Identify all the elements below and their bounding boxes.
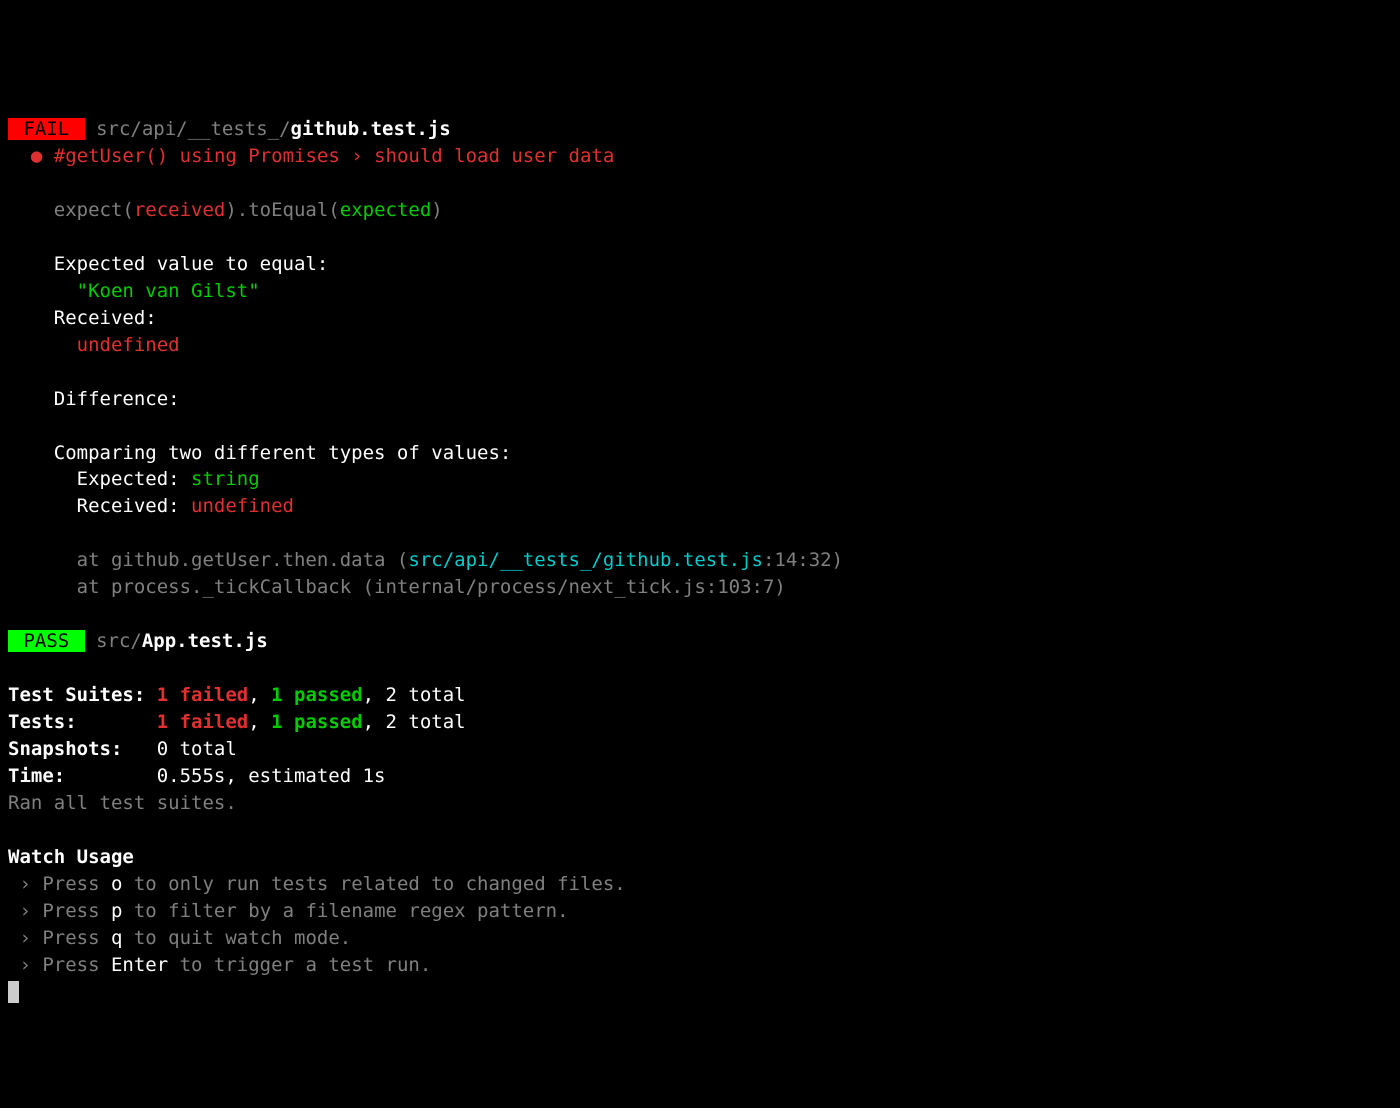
summary-snapshots: Snapshots: 0 total <box>8 738 237 760</box>
summary-ran: Ran all test suites. <box>8 792 237 814</box>
summary-suites: Test Suites: 1 failed, 1 passed, 2 total <box>8 684 466 706</box>
fail-badge: FAIL <box>8 118 85 140</box>
watch-item-q[interactable]: › Press q to quit watch mode. <box>8 927 351 949</box>
expected-type-value: string <box>191 468 260 490</box>
watch-usage-title: Watch Usage <box>8 846 134 868</box>
pass-path-dim: src/ <box>85 630 142 652</box>
received-type-value: undefined <box>191 495 294 517</box>
terminal-cursor[interactable] <box>8 981 19 1003</box>
stack-line-2: at process._tickCallback (internal/proce… <box>77 576 786 598</box>
expected-label: Expected value to equal: <box>54 253 329 275</box>
received-value: undefined <box>77 334 180 356</box>
summary-tests: Tests: 1 failed, 1 passed, 2 total <box>8 711 466 733</box>
watch-item-enter[interactable]: › Press Enter to trigger a test run. <box>8 954 431 976</box>
watch-item-p[interactable]: › Press p to filter by a filename regex … <box>8 900 569 922</box>
fail-path-dim: src/api/__tests_/ <box>85 118 291 140</box>
stack-line-1: at github.getUser.then.data (src/api/__t… <box>77 549 843 571</box>
summary-time: Time: 0.555s, estimated 1s <box>8 765 386 787</box>
bullet-icon: ● <box>31 145 42 167</box>
pass-path-file: App.test.js <box>142 630 268 652</box>
received-type-label: Received: <box>77 495 191 517</box>
failing-test-name: #getUser() using Promises › should load … <box>54 145 615 167</box>
pass-badge: PASS <box>8 630 85 652</box>
watch-item-o[interactable]: › Press o to only run tests related to c… <box>8 873 626 895</box>
expected-type-label: Expected: <box>77 468 191 490</box>
comparing-label: Comparing two different types of values: <box>54 442 512 464</box>
difference-label: Difference: <box>54 388 180 410</box>
received-label: Received: <box>54 307 157 329</box>
expect-call: expect(received).toEqual(expected) <box>54 199 443 221</box>
expected-value: "Koen van Gilst" <box>77 280 260 302</box>
fail-path-file: github.test.js <box>291 118 451 140</box>
